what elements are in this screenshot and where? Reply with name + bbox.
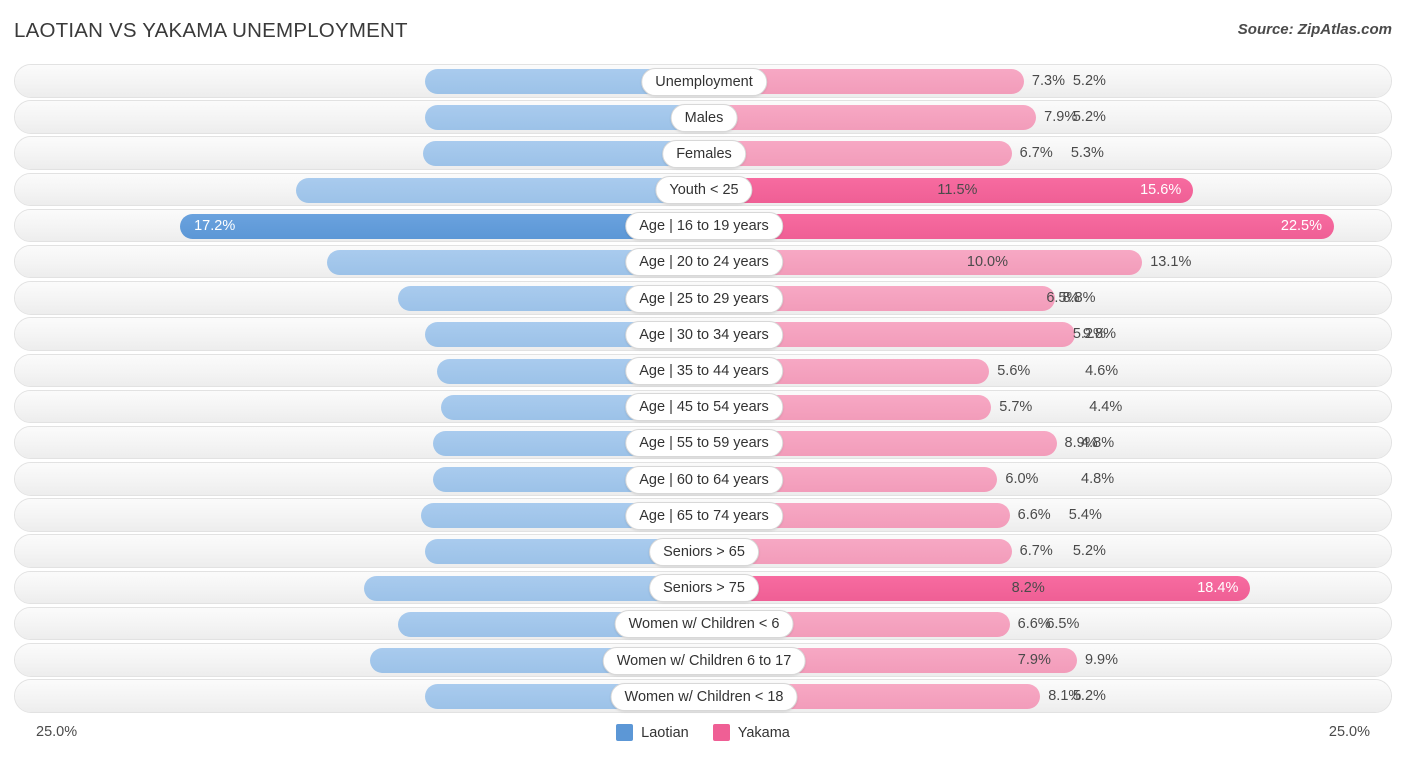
bar-yakama[interactable]: [704, 141, 1012, 166]
category-label-pill[interactable]: Seniors > 65: [649, 538, 759, 566]
category-label-pill[interactable]: Unemployment: [641, 68, 767, 96]
legend-swatch-icon: [616, 724, 633, 741]
chart-row[interactable]: 6.5%8.8%Age | 25 to 29 years: [14, 281, 1392, 315]
bar-laotian[interactable]: [423, 141, 702, 166]
value-label-laotian: 5.2%: [1073, 65, 1106, 97]
value-label-yakama: 6.6%: [1018, 608, 1051, 640]
value-label-laotian: 5.3%: [1071, 137, 1104, 169]
value-label-yakama: 6.0%: [1005, 463, 1038, 495]
value-label-yakama: 9.8%: [1083, 318, 1116, 350]
category-label-pill[interactable]: Age | 20 to 24 years: [625, 248, 783, 276]
chart-page: LAOTIAN VS YAKAMA UNEMPLOYMENT Source: Z…: [0, 0, 1406, 757]
value-label-yakama: 5.7%: [999, 391, 1032, 423]
category-label-pill[interactable]: Age | 55 to 59 years: [625, 429, 783, 457]
value-label-yakama: 8.9%: [1065, 427, 1098, 459]
chart-footer: 25.0% 25.0% LaotianYakama: [0, 716, 1406, 757]
chart-row[interactable]: 17.2% 22.5% Age | 16 to 19 years: [14, 209, 1392, 243]
bar-laotian[interactable]: [425, 105, 702, 130]
category-label-pill[interactable]: Age | 35 to 44 years: [625, 357, 783, 385]
value-label-laotian: 10.0%: [967, 246, 1008, 278]
chart-row[interactable]: 6.5%6.6% Women w/ Children < 6: [14, 607, 1392, 641]
bar-laotian[interactable]: [296, 178, 702, 203]
bar-laotian[interactable]: [180, 214, 702, 239]
chart-row[interactable]: 5.3% 6.7% Females: [14, 136, 1392, 170]
category-label-pill[interactable]: Age | 25 to 29 years: [625, 285, 783, 313]
value-label-yakama: 22.5%: [1281, 210, 1322, 242]
value-label-yakama: 5.6%: [997, 355, 1030, 387]
chart-row[interactable]: 4.8%8.9%Age | 55 to 59 years: [14, 426, 1392, 460]
value-label-laotian: 17.2%: [194, 210, 235, 242]
category-label-pill[interactable]: Age | 16 to 19 years: [625, 212, 783, 240]
chart-row[interactable]: 5.4% 6.6% Age | 65 to 74 years: [14, 498, 1392, 532]
chart-row[interactable]: 4.4% 5.7% Age | 45 to 54 years: [14, 390, 1392, 424]
chart-row[interactable]: 5.2% 6.7% Seniors > 65: [14, 534, 1392, 568]
chart-row[interactable]: 5.2%7.3% Unemployment: [14, 64, 1392, 98]
chart-row[interactable]: 4.8% 6.0% Age | 60 to 64 years: [14, 462, 1392, 496]
chart-row[interactable]: 4.6% 5.6% Age | 35 to 44 years: [14, 354, 1392, 388]
bar-yakama[interactable]: [704, 105, 1036, 130]
value-label-laotian: 4.6%: [1085, 355, 1118, 387]
bar-yakama[interactable]: [704, 576, 1250, 601]
value-label-yakama: 7.3%: [1032, 65, 1065, 97]
chart-header: LAOTIAN VS YAKAMA UNEMPLOYMENT Source: Z…: [0, 0, 1406, 62]
category-label-pill[interactable]: Women w/ Children < 6: [615, 610, 794, 638]
bar-yakama[interactable]: [704, 214, 1334, 239]
legend-item[interactable]: Laotian: [616, 724, 689, 741]
legend-swatch-icon: [713, 724, 730, 741]
value-label-yakama: 18.4%: [1197, 572, 1238, 604]
chart-row[interactable]: 7.9% 9.9% Women w/ Children 6 to 17: [14, 643, 1392, 677]
value-label-yakama: 7.9%: [1044, 101, 1077, 133]
value-label-laotian: 7.9%: [1018, 644, 1051, 676]
value-label-laotian: 4.4%: [1089, 391, 1122, 423]
value-label-yakama: 9.9%: [1085, 644, 1118, 676]
source-attribution: Source: ZipAtlas.com: [1238, 21, 1392, 38]
value-label-laotian: 8.2%: [1012, 572, 1045, 604]
value-label-yakama: 8.8%: [1063, 282, 1096, 314]
category-label-pill[interactable]: Males: [671, 104, 738, 132]
chart-row[interactable]: 5.2%9.8%Age | 30 to 34 years: [14, 317, 1392, 351]
legend-label: Laotian: [641, 725, 689, 741]
chart-row[interactable]: 11.5% 15.6% Youth < 25: [14, 173, 1392, 207]
chart-row[interactable]: 8.2% 18.4% Seniors > 75: [14, 571, 1392, 605]
category-label-pill[interactable]: Women w/ Children < 18: [611, 683, 798, 711]
category-label-pill[interactable]: Age | 65 to 74 years: [625, 502, 783, 530]
category-label-pill[interactable]: Females: [662, 140, 746, 168]
category-label-pill[interactable]: Youth < 25: [655, 176, 752, 204]
chart-row[interactable]: 10.0% 13.1% Age | 20 to 24 years: [14, 245, 1392, 279]
value-label-laotian: 6.5%: [1046, 608, 1079, 640]
chart-legend: Laotian Yakama: [0, 724, 1406, 741]
value-label-laotian: 11.5%: [937, 174, 977, 206]
legend-item[interactable]: Yakama: [713, 724, 790, 741]
category-label-pill[interactable]: Age | 45 to 54 years: [625, 393, 783, 421]
value-label-yakama: 6.7%: [1020, 535, 1053, 567]
category-label-pill[interactable]: Age | 60 to 64 years: [625, 466, 783, 494]
value-label-laotian: 5.2%: [1073, 101, 1106, 133]
value-label-yakama: 15.6%: [1140, 174, 1181, 206]
chart-row[interactable]: 5.2%8.1%Women w/ Children < 18: [14, 679, 1392, 713]
value-label-yakama: 6.7%: [1020, 137, 1053, 169]
value-label-yakama: 6.6%: [1018, 499, 1051, 531]
chart-row[interactable]: 5.2%7.9% Males: [14, 100, 1392, 134]
value-label-yakama: 8.1%: [1048, 680, 1081, 712]
value-label-yakama: 13.1%: [1150, 246, 1191, 278]
legend-label: Yakama: [738, 725, 790, 741]
value-label-laotian: 5.2%: [1073, 535, 1106, 567]
category-label-pill[interactable]: Age | 30 to 34 years: [625, 321, 783, 349]
category-label-pill[interactable]: Women w/ Children 6 to 17: [603, 647, 806, 675]
page-title: LAOTIAN VS YAKAMA UNEMPLOYMENT: [14, 19, 408, 43]
diverging-bar-chart: 5.2%7.3%Unemployment5.2%7.9%Males5.3%6.7…: [14, 64, 1392, 715]
category-label-pill[interactable]: Seniors > 75: [649, 574, 759, 602]
value-label-laotian: 5.4%: [1069, 499, 1102, 531]
value-label-laotian: 4.8%: [1081, 463, 1114, 495]
